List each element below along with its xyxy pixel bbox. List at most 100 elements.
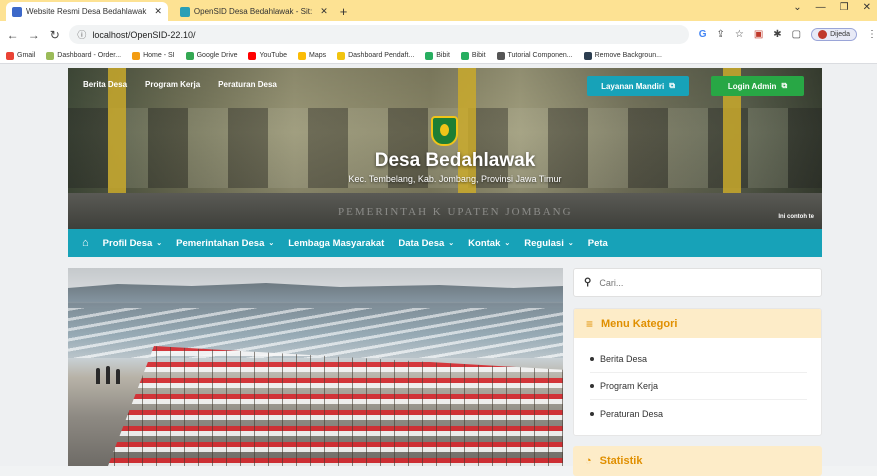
nav-item-pemerintahan-desa[interactable]: Pemerintahan Desa ⌄ [176,238,274,249]
bookmark-item[interactable]: Maps [297,51,327,60]
bookmark-favicon-icon [132,51,141,60]
maximize-button[interactable]: ❐ [840,2,849,13]
profile-button[interactable]: Dijeda [811,28,857,41]
statistik-title: Statistik [599,455,643,467]
pie-chart-icon: ◔ [585,455,592,467]
close-window-button[interactable]: ✕ [863,2,871,13]
bookmark-item[interactable]: Dashboard - Order... [46,51,122,60]
tab-strip: Website Resmi Desa Bedahlawak ✕ OpenSID … [0,0,877,21]
category-item-peraturan[interactable]: Peraturan Desa [590,400,807,427]
nav-item-lembaga-masyarakat[interactable]: Lembaga Masyarakat [288,238,384,249]
bookmark-favicon-icon [583,51,592,60]
nav-item-regulasi[interactable]: Regulasi ⌄ [524,238,573,249]
nav-item-label: Lembaga Masyarakat [288,237,385,249]
search-box: ⚲ [573,268,822,297]
google-icon[interactable]: G [699,29,707,40]
puzzle-icon[interactable]: ✱ [773,29,781,40]
chevron-down-icon: ⌄ [156,240,163,247]
top-link-berita[interactable]: Berita Desa [83,80,127,89]
bookmark-label: Remove Backgroun... [594,52,662,59]
info-icon[interactable]: ⓘ [77,28,86,41]
bookmark-label: Dashboard - Order... [57,52,122,59]
image-flags [108,346,563,466]
nav-item-profil-desa[interactable]: Profil Desa ⌄ [103,238,163,249]
bookmark-item[interactable]: Dashboard Pendaft... [337,51,414,60]
search-input[interactable] [599,277,800,288]
menu-kategori-card: ≡ Menu Kategori Berita Desa Program Kerj… [573,308,822,436]
nav-item-label: Regulasi [524,237,564,249]
bookmark-label: YouTube [259,52,287,59]
forward-arrow-icon[interactable]: → [25,28,42,42]
category-label: Peraturan Desa [600,408,664,419]
menu-kebab-icon[interactable]: ⋮ [867,29,877,40]
bookmark-item[interactable]: Google Drive [185,51,237,60]
main-navigation: ⌂ Profil Desa ⌄ Pemerintahan Desa ⌄ Lembaga … [68,229,822,257]
village-logo [431,116,458,146]
url-text: localhost/OpenSID-22.10/ [92,29,196,40]
url-input[interactable]: ⓘ localhost/OpenSID-22.10/ [69,25,689,44]
bookmark-label: Gmail [17,52,36,59]
bookmark-item[interactable]: Bibit [460,51,486,60]
external-link-icon: ⧉ [669,81,675,90]
nav-item-label: Data Desa [398,237,445,249]
site-subtitle: Kec. Tembelang, Kab. Jombang, Provinsi J… [348,174,562,184]
menu-kategori-header: ≡ Menu Kategori [574,309,821,338]
bookmark-favicon-icon [425,51,434,60]
banner-sign-text: PEMERINTAH K UPATEN JOMBANG [338,206,573,218]
bookmark-favicon-icon [185,51,194,60]
image-people [96,364,132,384]
site-favicon-icon [12,6,22,17]
profile-name: Dijeda [830,31,850,38]
close-tab-icon[interactable]: ✕ [320,6,328,17]
bookmark-label: Bibit [436,52,450,59]
bookmark-item[interactable]: Gmail [6,51,36,60]
category-item-program[interactable]: Program Kerja [590,373,807,400]
bookmark-item[interactable]: Remove Backgroun... [583,51,662,60]
menu-kategori-title: Menu Kategori [601,317,678,330]
featured-image[interactable] [68,268,563,466]
bookmark-item[interactable]: Bibit [425,51,450,60]
bookmark-label: Tutorial Componen... [507,52,573,59]
bookmark-item[interactable]: YouTube [248,51,287,60]
nav-item-peta[interactable]: Peta [588,238,608,249]
tab-title: OpenSID Desa Bedahlawak - Sit: [193,7,313,16]
nav-item-kontak[interactable]: Kontak ⌄ [468,238,510,249]
nav-item-label: Kontak [468,237,501,249]
nav-item-data-desa[interactable]: Data Desa ⌄ [398,238,454,249]
close-tab-icon[interactable]: ✕ [154,6,162,17]
layanan-label: Layanan Mandiri [601,81,665,91]
sidebar: ⚲ ≡ Menu Kategori Berita Desa Program Ke… [573,268,822,476]
star-icon[interactable]: ☆ [735,29,744,40]
top-link-program[interactable]: Program Kerja [145,80,200,89]
home-icon[interactable]: ⌂ [82,237,89,249]
layanan-mandiri-button[interactable]: Layanan Mandiri ⧉ [587,76,689,96]
search-icon[interactable]: ⚲ [584,277,591,288]
avatar [818,30,828,39]
browser-tab[interactable]: OpenSID Desa Bedahlawak - Sit: ✕ [174,2,334,21]
top-link-peraturan[interactable]: Peraturan Desa [218,80,277,89]
top-links: Berita Desa Program Kerja Peraturan Desa [83,80,277,89]
reload-icon[interactable]: ↻ [46,28,63,42]
statistik-card-header: ◔ Statistik [573,446,822,476]
bookmark-item[interactable]: Tutorial Componen... [496,51,573,60]
bookmark-favicon-icon [46,51,55,60]
minimize-button[interactable]: — [816,2,826,13]
back-arrow-icon[interactable]: ← [4,28,21,42]
bookmark-item[interactable]: Home - SI [132,51,175,60]
browser-tab-active[interactable]: Website Resmi Desa Bedahlawak ✕ [6,2,168,21]
site-title: Desa Bedahlawak [374,150,536,171]
category-item-berita[interactable]: Berita Desa [590,346,807,373]
bookmark-favicon-icon [6,51,14,60]
bookmark-favicon-icon [337,51,346,60]
sidepanel-icon[interactable]: ▢ [792,29,801,40]
share-icon[interactable]: ⇪ [716,29,724,40]
new-tab-button[interactable]: + [340,2,348,21]
page-content: PEMERINTAH K UPATEN JOMBANG Berita Desa … [0,64,877,476]
bookmark-label: Maps [308,52,327,59]
tab-title: Website Resmi Desa Bedahlawak [26,7,147,16]
chevron-down-icon[interactable]: ⌄ [793,2,801,13]
extension-icon[interactable]: ▣ [754,29,763,40]
bookmark-label: Home - SI [143,52,175,59]
nav-item-label: Profil Desa [102,237,153,249]
login-admin-button[interactable]: Login Admin ⧉ [711,76,804,96]
